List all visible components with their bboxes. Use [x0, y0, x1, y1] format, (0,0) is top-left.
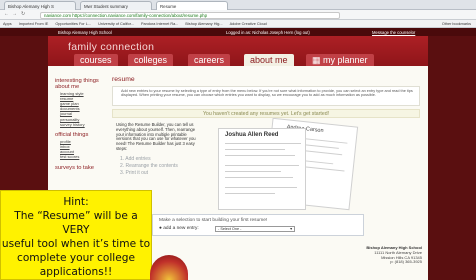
background-right [428, 36, 476, 280]
sidebar-heading: surveys to take [55, 164, 94, 171]
forward-icon[interactable]: → [12, 11, 17, 17]
hint-callout: Hint: The “Resume” will be a VERY useful… [0, 190, 152, 280]
chevron-down-icon: ▾ [290, 227, 292, 231]
sidebar-heading: interesting things about me [55, 78, 99, 90]
step-item: 2. Rearrange the contents [120, 163, 178, 169]
sidebar-item-survey-history[interactable]: survey history [60, 122, 105, 127]
back-icon[interactable]: ← [4, 11, 9, 17]
step-item: 3. Print it out [120, 170, 149, 176]
browser-tab-active[interactable]: Resume [156, 1, 228, 10]
page-title: family connection [68, 41, 155, 53]
main-content: resume Add new entries to your resume by… [112, 76, 422, 280]
empty-state-notice: You haven't created any resumes yet. Let… [112, 109, 420, 118]
school-name: Bishop Alemany High School [58, 29, 112, 35]
school-address: Bishop Alemany High School 11111 North A… [342, 245, 422, 265]
sample-resume-image: Andrea Carson Joshua Allen Reed [208, 117, 359, 211]
intro-text: Add new entries to your resume by select… [112, 86, 420, 106]
hint-line: complete your college [17, 252, 135, 264]
add-entry-label: ● add a new entry: [159, 226, 199, 231]
nav-careers[interactable]: careers [188, 54, 231, 66]
address-bar-row: ← → ↻ naviance.com https://connection.na… [0, 10, 476, 20]
bookmark[interactable]: Apps [0, 20, 15, 27]
bookmark[interactable]: Bishop Alemany Hig... [182, 20, 225, 27]
bookmarks-bar: Apps Imported From IE Opportunities For … [0, 20, 476, 28]
bookmark-other[interactable]: Other bookmarks [439, 20, 474, 27]
login-status[interactable]: Logged in as: Nicholas Joseph Hern (log … [226, 30, 310, 35]
reload-icon[interactable]: ↻ [21, 11, 25, 17]
nav-about-me[interactable]: about me [244, 54, 294, 66]
add-entry-caption: Make a selection to start building your … [159, 218, 268, 223]
bookmark[interactable]: Pandora Internet Ra... [138, 20, 181, 27]
builder-description: Using the Resume Builder, you can tell u… [116, 122, 196, 151]
add-entry-label-text: add a new entry: [163, 226, 199, 231]
nav-my-planner-label: my planner [323, 55, 368, 65]
entry-type-select[interactable]: - Select One - ▾ [215, 226, 295, 232]
bookmark[interactable]: University of Califor... [95, 20, 137, 27]
sidebar-item-test-scores[interactable]: test scores [60, 154, 105, 159]
step-item: 1. Add entries [120, 156, 151, 162]
entry-type-select-value: - Select One - [218, 227, 242, 231]
browser-tab-bar: Bishop Alemany High S Mwr Student summar… [0, 0, 476, 10]
nav-courses[interactable]: courses [74, 54, 118, 66]
school-phone: p: (818) 365-3925 [390, 259, 422, 265]
bookmark[interactable]: Adobe Creative Cloud [227, 20, 270, 27]
site-top-bar: Bishop Alemany High School Logged in as:… [0, 28, 476, 36]
url-field[interactable]: naviance.com https://connection.naviance… [40, 11, 340, 19]
browser-tab[interactable]: Bishop Alemany High S [4, 1, 76, 10]
sample-name-front: Joshua Allen Reed [225, 132, 279, 138]
hint-line: applications!! [39, 266, 113, 278]
bookmark[interactable]: Imported From IE [16, 20, 52, 27]
planner-icon: ▦ [312, 55, 324, 65]
message-counselor-link[interactable]: Message the counselor [372, 30, 415, 35]
site-header: family connection courses colleges caree… [48, 36, 428, 66]
section-heading: resume [112, 76, 135, 83]
sample-sheet-front: Joshua Allen Reed [218, 128, 306, 210]
hint-title: Hint: [63, 196, 89, 208]
browser-tab[interactable]: Mwr Student summary [80, 1, 152, 10]
hint-line: The “Resume” will be a VERY [14, 210, 138, 236]
add-entry-panel: Make a selection to start building your … [152, 214, 364, 236]
bookmark[interactable]: Opportunities For L... [52, 20, 94, 27]
nav-colleges[interactable]: colleges [128, 54, 174, 66]
hint-line: useful tool when it’s time to [1, 238, 151, 250]
nav-my-planner[interactable]: ▦ my planner [306, 54, 374, 66]
